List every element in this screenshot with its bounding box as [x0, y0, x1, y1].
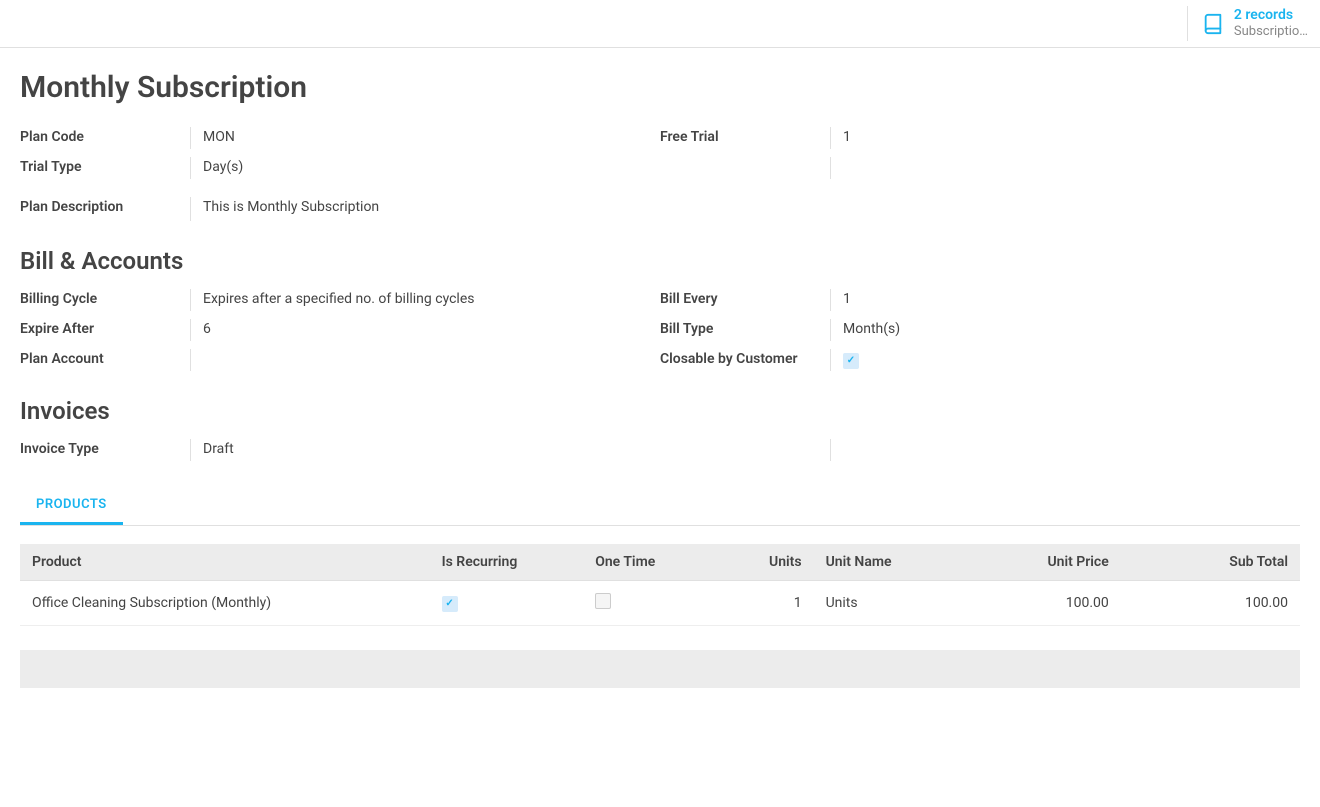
col-sub-total[interactable]: Sub Total — [1121, 544, 1300, 581]
closable-label: Closable by Customer — [660, 349, 830, 369]
plan-description-label: Plan Description — [20, 197, 190, 221]
invoice-type-value: Draft — [190, 439, 660, 461]
cell-sub-total: 100.00 — [1121, 581, 1300, 626]
col-one-time[interactable]: One Time — [583, 544, 711, 581]
expire-after-value: 6 — [190, 319, 660, 341]
closable-value: ✓ — [830, 349, 1300, 371]
invoice-type-label: Invoice Type — [20, 439, 190, 459]
plan-description-value: This is Monthly Subscription — [190, 197, 1300, 221]
bill-type-label: Bill Type — [660, 319, 830, 339]
cell-units: 1 — [711, 581, 813, 626]
checkmark-icon: ✓ — [442, 596, 458, 612]
bill-every-value: 1 — [830, 289, 1300, 311]
trial-type-label: Trial Type — [20, 157, 190, 177]
bill-every-label: Bill Every — [660, 289, 830, 309]
cell-product: Office Cleaning Subscription (Monthly) — [20, 581, 430, 626]
col-unit-name[interactable]: Unit Name — [814, 544, 942, 581]
records-type: Subscriptio… — [1234, 24, 1308, 40]
cell-unit-price: 100.00 — [942, 581, 1121, 626]
products-table: Product Is Recurring One Time Units Unit… — [20, 544, 1300, 626]
billing-cycle-value: Expires after a specified no. of billing… — [190, 289, 660, 311]
footer-strip — [20, 650, 1300, 688]
invoices-section-title: Invoices — [20, 397, 1300, 425]
cell-is-recurring: ✓ — [430, 581, 584, 626]
table-row[interactable]: Office Cleaning Subscription (Monthly) ✓ 1… — [20, 581, 1300, 626]
billing-cycle-label: Billing Cycle — [20, 289, 190, 309]
unchecked-box-icon — [595, 593, 611, 609]
plan-account-value — [190, 349, 660, 371]
records-widget[interactable]: 2 records Subscriptio… — [1187, 6, 1308, 41]
top-bar: 2 records Subscriptio… — [0, 0, 1320, 48]
bill-grid: Billing Cycle Expires after a specified … — [20, 289, 1300, 371]
bill-section-title: Bill & Accounts — [20, 247, 1300, 275]
plan-account-label: Plan Account — [20, 349, 190, 369]
expire-after-label: Expire After — [20, 319, 190, 339]
free-trial-label: Free Trial — [660, 127, 830, 147]
tab-products[interactable]: PRODUCTS — [20, 487, 123, 525]
cell-one-time — [583, 581, 711, 626]
col-unit-price[interactable]: Unit Price — [942, 544, 1121, 581]
checkmark-icon: ✓ — [843, 353, 859, 369]
page-title: Monthly Subscription — [20, 70, 1300, 105]
plan-description-row: Plan Description This is Monthly Subscri… — [20, 197, 1300, 221]
col-units[interactable]: Units — [711, 544, 813, 581]
free-trial-value: 1 — [830, 127, 1300, 149]
records-count: 2 records — [1234, 7, 1308, 24]
plan-code-value: MON — [190, 127, 660, 149]
content-area: Monthly Subscription Plan Code MON Free … — [0, 48, 1320, 710]
trial-type-value: Day(s) — [190, 157, 660, 179]
book-icon — [1202, 13, 1224, 35]
tabs: PRODUCTS — [20, 487, 1300, 526]
col-product[interactable]: Product — [20, 544, 430, 581]
invoices-grid: Invoice Type Draft — [20, 439, 1300, 461]
col-is-recurring[interactable]: Is Recurring — [430, 544, 584, 581]
plan-code-label: Plan Code — [20, 127, 190, 147]
general-grid: Plan Code MON Free Trial 1 Trial Type Da… — [20, 127, 1300, 179]
cell-unit-name: Units — [814, 581, 942, 626]
bill-type-value: Month(s) — [830, 319, 1300, 341]
